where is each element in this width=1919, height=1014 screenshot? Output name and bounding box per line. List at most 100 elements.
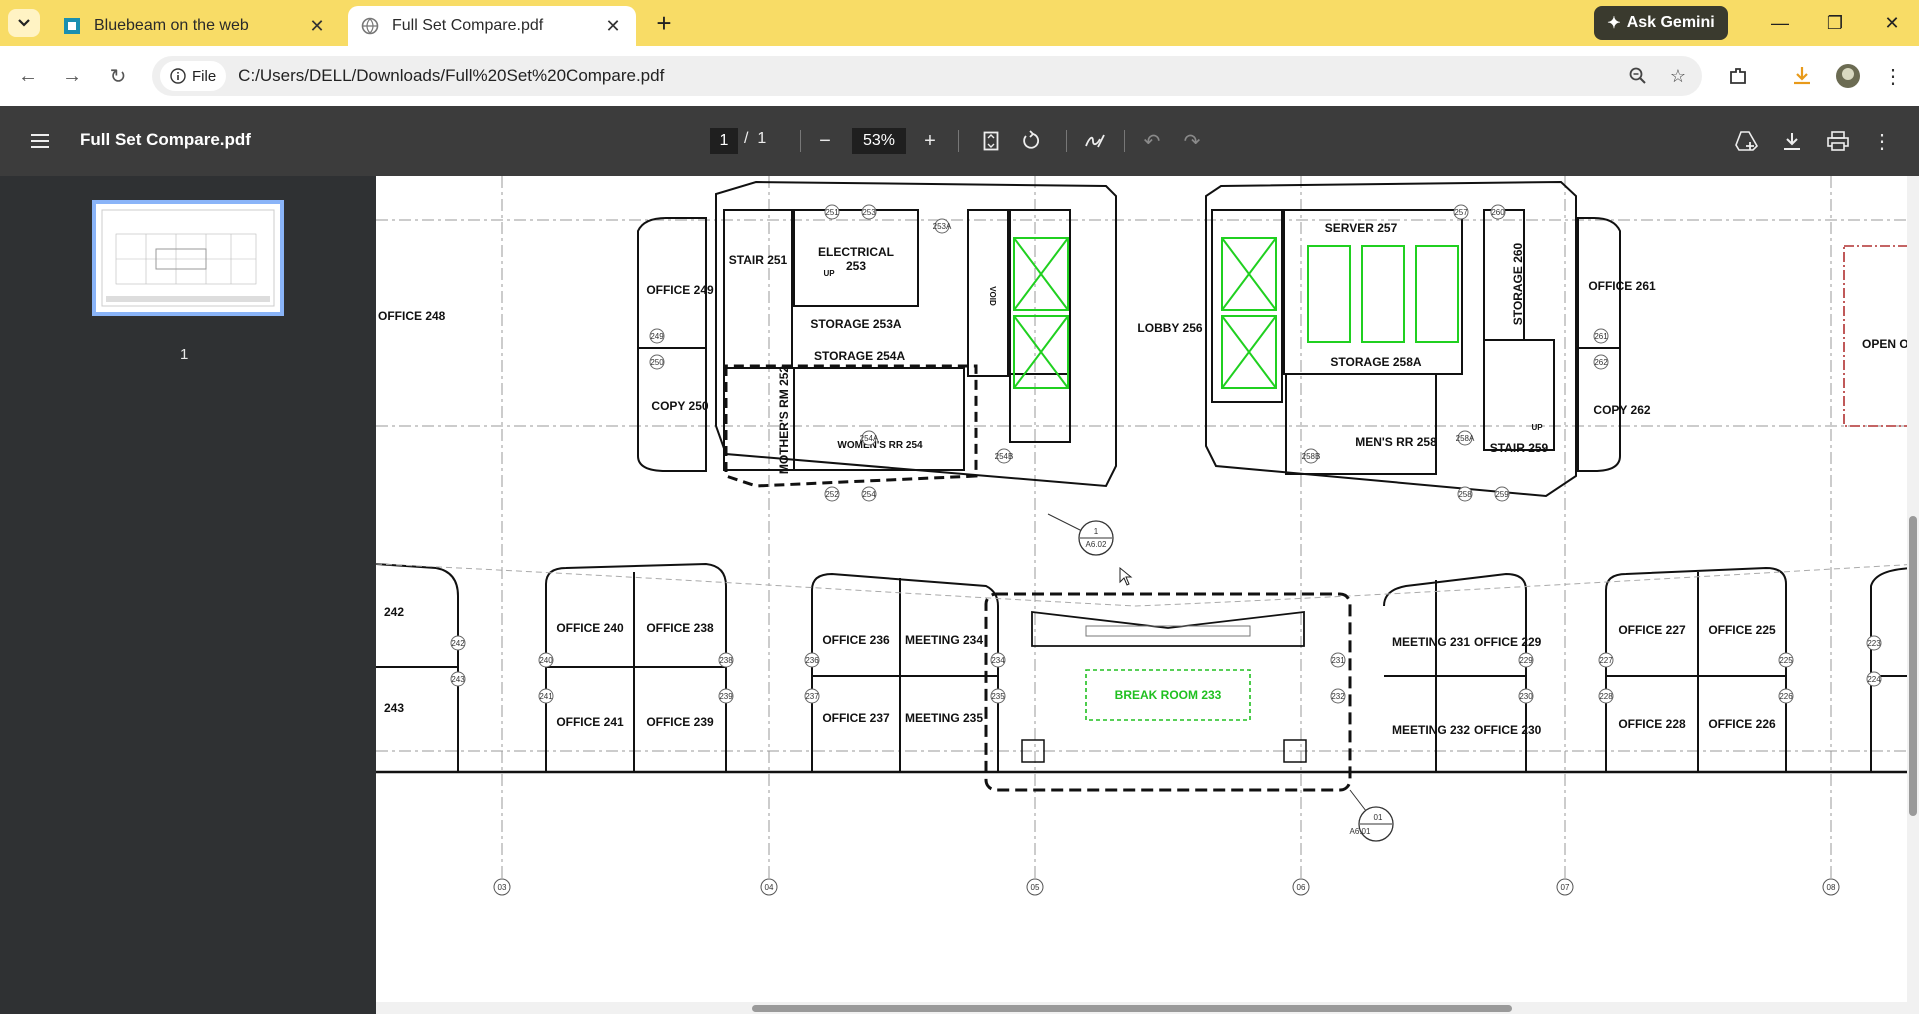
svg-text:254: 254 — [862, 490, 876, 499]
new-tab-button[interactable]: + — [650, 8, 678, 38]
minimize-button[interactable]: — — [1760, 8, 1800, 38]
tab-bluebeam[interactable]: Bluebeam on the web ✕ — [50, 6, 340, 46]
svg-text:04: 04 — [765, 883, 774, 892]
page-separator: / — [744, 130, 749, 147]
horizontal-scroll-thumb[interactable] — [752, 1005, 1512, 1012]
zoom-out-icon[interactable]: − — [809, 125, 841, 157]
svg-text:UP: UP — [1531, 423, 1543, 432]
chevron-down-icon — [18, 19, 30, 27]
svg-text:STORAGE 258A: STORAGE 258A — [1330, 355, 1421, 369]
restore-button[interactable]: ❐ — [1815, 8, 1855, 38]
page-thumbnail[interactable] — [92, 200, 284, 316]
zoom-level-input[interactable]: 53% — [852, 128, 906, 154]
svg-text:250: 250 — [650, 358, 664, 367]
svg-text:243: 243 — [384, 701, 404, 715]
back-icon[interactable]: ← — [12, 60, 44, 92]
lower-room-labels: 242 243 OFFICE 240 OFFICE 238 OFFICE 241… — [384, 605, 1776, 737]
horizontal-scrollbar[interactable] — [376, 1002, 1907, 1014]
page-count: / 1 — [744, 130, 766, 148]
extensions-icon[interactable] — [1722, 60, 1754, 92]
url-text[interactable]: C:/Users/DELL/Downloads/Full%20Set%20Com… — [238, 66, 1622, 86]
forward-icon[interactable]: → — [56, 60, 88, 92]
undo-icon[interactable]: ↶ — [1136, 125, 1168, 157]
close-icon[interactable]: ✕ — [306, 15, 328, 37]
annotate-icon[interactable] — [1079, 125, 1111, 157]
tab-title: Bluebeam on the web — [94, 17, 249, 34]
svg-text:OFFICE 229: OFFICE 229 — [1474, 635, 1542, 649]
bookmark-star-icon[interactable]: ☆ — [1662, 60, 1694, 92]
svg-text:07: 07 — [1561, 883, 1570, 892]
svg-text:242: 242 — [451, 639, 465, 648]
fit-page-icon[interactable] — [975, 125, 1007, 157]
svg-text:OFFICE 240: OFFICE 240 — [556, 621, 624, 635]
save-to-drive-icon[interactable] — [1731, 125, 1763, 157]
document-title: Full Set Compare.pdf — [80, 130, 251, 149]
divider — [1124, 130, 1125, 152]
svg-text:OFFICE 228: OFFICE 228 — [1618, 717, 1686, 731]
svg-text:STORAGE 254A: STORAGE 254A — [814, 349, 905, 363]
page-number-input[interactable]: 1 — [710, 128, 738, 154]
ask-gemini-button[interactable]: ✦ Ask Gemini — [1594, 6, 1728, 40]
close-icon[interactable]: ✕ — [602, 15, 624, 37]
browser-menu-icon[interactable]: ⋮ — [1877, 60, 1909, 92]
upper-room-labels: OFFICE 248 OFFICE 249 COPY 250 STAIR 251… — [378, 221, 1912, 474]
svg-text:226: 226 — [1779, 692, 1793, 701]
download-icon[interactable] — [1786, 60, 1818, 92]
svg-text:OFFICE 241: OFFICE 241 — [556, 715, 624, 729]
avatar[interactable] — [1832, 60, 1864, 92]
floor-plan-drawing: 03 04 05 06 07 08 OFFICE 248 OFFICE 249 … — [376, 176, 1919, 896]
svg-text:MEETING 231: MEETING 231 — [1392, 635, 1470, 649]
svg-text:252: 252 — [825, 490, 839, 499]
svg-text:254B: 254B — [995, 452, 1014, 461]
svg-text:225: 225 — [1779, 656, 1793, 665]
svg-text:COPY 262: COPY 262 — [1593, 403, 1650, 417]
sidebar-menu-icon[interactable] — [24, 125, 56, 157]
redo-icon[interactable]: ↷ — [1176, 125, 1208, 157]
svg-text:06: 06 — [1297, 883, 1306, 892]
site-info-chip[interactable]: File — [160, 61, 227, 91]
rotate-icon[interactable] — [1016, 125, 1048, 157]
close-window-button[interactable]: ✕ — [1872, 8, 1912, 38]
print-icon[interactable] — [1822, 125, 1854, 157]
svg-text:MOTHER'S RM 252: MOTHER'S RM 252 — [777, 366, 791, 475]
svg-text:260: 260 — [1491, 208, 1505, 217]
zoom-icon[interactable] — [1622, 60, 1654, 92]
svg-text:237: 237 — [805, 692, 819, 701]
svg-text:224: 224 — [1867, 675, 1881, 684]
zoom-in-icon[interactable]: + — [914, 125, 946, 157]
svg-text:230: 230 — [1519, 692, 1533, 701]
pdf-page-canvas[interactable]: 03 04 05 06 07 08 OFFICE 248 OFFICE 249 … — [376, 176, 1919, 1014]
svg-text:232: 232 — [1331, 692, 1345, 701]
svg-text:STORAGE 260: STORAGE 260 — [1511, 242, 1525, 325]
svg-text:254A: 254A — [860, 434, 879, 443]
divider — [958, 130, 959, 152]
vertical-scroll-thumb[interactable] — [1909, 516, 1917, 816]
thumbnail-sidebar: 1 — [0, 176, 376, 1014]
tab-strip: Bluebeam on the web ✕ Full Set Compare.p… — [0, 0, 1919, 46]
svg-text:235: 235 — [991, 692, 1005, 701]
svg-text:OFFICE 261: OFFICE 261 — [1588, 279, 1656, 293]
tab-search-button[interactable] — [8, 9, 40, 37]
svg-text:234: 234 — [991, 656, 1005, 665]
section-callout-a602: 1 A6.02 — [1047, 513, 1114, 556]
reload-icon[interactable]: ↻ — [102, 60, 134, 92]
grid-lines — [376, 176, 1919, 886]
file-chip-label: File — [192, 67, 217, 85]
vertical-scrollbar[interactable] — [1907, 176, 1919, 1014]
svg-text:239: 239 — [719, 692, 733, 701]
svg-text:253: 253 — [862, 208, 876, 217]
svg-text:238: 238 — [719, 656, 733, 665]
download-icon[interactable] — [1776, 125, 1808, 157]
more-actions-icon[interactable]: ⋮ — [1866, 125, 1898, 157]
grid-bubbles — [493, 878, 1840, 896]
svg-text:258A: 258A — [1456, 434, 1475, 443]
globe-icon — [360, 16, 380, 36]
tab-full-set-compare[interactable]: Full Set Compare.pdf ✕ — [348, 6, 636, 46]
svg-text:251: 251 — [825, 208, 839, 217]
page-thumbnail-preview — [101, 209, 275, 307]
svg-text:261: 261 — [1594, 332, 1608, 341]
svg-text:258B: 258B — [1302, 452, 1321, 461]
svg-text:262: 262 — [1594, 358, 1608, 367]
section-callout-a601: 01 A6.01 — [1350, 789, 1394, 842]
address-bar[interactable]: File C:/Users/DELL/Downloads/Full%20Set%… — [152, 56, 1702, 96]
